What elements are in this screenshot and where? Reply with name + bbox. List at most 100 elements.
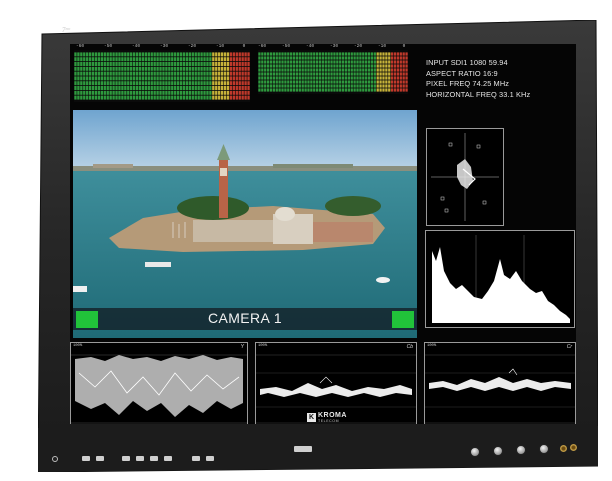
meter-segment bbox=[281, 88, 284, 92]
panel-button-6[interactable] bbox=[164, 456, 172, 461]
meter-segment bbox=[365, 88, 368, 92]
meter-segment bbox=[200, 52, 203, 57]
meter-segment bbox=[307, 88, 310, 92]
meter-segment bbox=[327, 76, 330, 80]
meter-segment bbox=[393, 52, 397, 56]
meter-segment bbox=[94, 62, 98, 66]
control-knob-1[interactable] bbox=[470, 447, 480, 457]
meter-segment bbox=[74, 90, 77, 95]
meter-segment bbox=[179, 57, 183, 62]
meter-segment bbox=[215, 57, 218, 62]
meter-segment bbox=[379, 72, 382, 76]
meter-segment bbox=[247, 86, 250, 90]
meter-segment bbox=[247, 81, 250, 86]
meter-segment bbox=[106, 71, 109, 76]
meter-segment bbox=[174, 66, 177, 71]
panel-button-4[interactable] bbox=[136, 456, 144, 461]
meter-segment bbox=[266, 52, 270, 56]
meter-segment bbox=[344, 52, 348, 56]
meter-segment bbox=[301, 88, 304, 92]
meter-segment bbox=[290, 72, 293, 76]
meter-segment bbox=[135, 57, 139, 62]
meter-segment bbox=[258, 52, 261, 56]
meter-segment bbox=[80, 52, 83, 57]
meter-segment bbox=[206, 86, 209, 90]
meter-segment bbox=[188, 52, 192, 57]
meter-segment bbox=[393, 64, 397, 68]
meter-segment bbox=[261, 76, 264, 80]
meter-segment bbox=[261, 68, 264, 72]
meter-segment bbox=[80, 62, 83, 66]
meter-segment bbox=[159, 95, 162, 100]
meter-segment bbox=[206, 81, 209, 86]
meter-segment bbox=[232, 71, 236, 76]
audio-meter-left: -60 -50 -40 -30 -20 -10 0 bbox=[74, 44, 250, 102]
meter-segment bbox=[124, 71, 127, 76]
meter-segment bbox=[399, 68, 402, 72]
meter-segment bbox=[223, 81, 227, 86]
meter-segment bbox=[324, 52, 327, 56]
meter-segment bbox=[162, 76, 165, 81]
power-icon[interactable] bbox=[52, 456, 58, 462]
meter-segment bbox=[315, 72, 319, 76]
meter-segment bbox=[168, 81, 171, 86]
panel-button-7[interactable] bbox=[192, 456, 200, 461]
panel-button-8[interactable] bbox=[206, 456, 214, 461]
meter-segment bbox=[376, 60, 379, 64]
meter-segment bbox=[127, 81, 130, 86]
meter-segment bbox=[287, 80, 290, 84]
meter-segment bbox=[382, 56, 385, 60]
meter-segment bbox=[197, 62, 200, 66]
meter-segment bbox=[281, 56, 284, 60]
meter-segment bbox=[223, 57, 227, 62]
meter-segment bbox=[200, 76, 203, 81]
meter-segment bbox=[396, 56, 400, 60]
control-knob-3[interactable] bbox=[516, 445, 526, 455]
meter-segment bbox=[147, 81, 150, 86]
scale-tick: -30 bbox=[329, 44, 339, 49]
panel-button-2[interactable] bbox=[96, 456, 104, 461]
audio-jack-icon[interactable] bbox=[570, 444, 577, 451]
meter-segment bbox=[226, 90, 230, 95]
meter-segment bbox=[298, 60, 301, 64]
meter-segment bbox=[330, 68, 333, 72]
meter-segment bbox=[124, 66, 127, 71]
meter-segment bbox=[141, 71, 145, 76]
meter-segment bbox=[350, 72, 353, 76]
meter-segment bbox=[191, 86, 194, 90]
meter-segment bbox=[112, 95, 115, 100]
meter-segment bbox=[272, 52, 275, 56]
meter-segment bbox=[176, 66, 180, 71]
meter-segment bbox=[74, 81, 77, 86]
meter-segment bbox=[156, 81, 159, 86]
waveform-top-label: 100% bbox=[258, 344, 268, 348]
meter-segment bbox=[333, 68, 336, 72]
meter-segment bbox=[185, 95, 189, 100]
meter-segment bbox=[359, 64, 362, 68]
meter-segment bbox=[141, 66, 145, 71]
meter-segment bbox=[353, 56, 356, 60]
panel-button-1[interactable] bbox=[82, 456, 90, 461]
meter-segment bbox=[223, 52, 227, 57]
meter-segment bbox=[182, 52, 186, 57]
meter-segment bbox=[197, 86, 200, 90]
meter-segment bbox=[318, 52, 322, 56]
meter-segment bbox=[362, 60, 365, 64]
panel-button-5[interactable] bbox=[150, 456, 158, 461]
meter-segment bbox=[278, 72, 281, 76]
meter-segment bbox=[324, 76, 327, 80]
scale-tick: 0 bbox=[242, 44, 246, 49]
meter-segment bbox=[153, 71, 156, 76]
meter-segment bbox=[188, 66, 192, 71]
meter-segment bbox=[307, 60, 310, 64]
control-knob-2[interactable] bbox=[493, 446, 503, 456]
meter-segment bbox=[100, 86, 104, 90]
headphones-jack-icon[interactable] bbox=[560, 445, 567, 452]
meter-segment bbox=[247, 71, 250, 76]
meter-segment bbox=[212, 86, 215, 90]
control-knob-4[interactable] bbox=[539, 444, 549, 454]
panel-button-3[interactable] bbox=[122, 456, 130, 461]
meter-segment bbox=[399, 52, 402, 56]
meter-segment bbox=[218, 86, 221, 90]
meter-segment bbox=[388, 60, 391, 64]
